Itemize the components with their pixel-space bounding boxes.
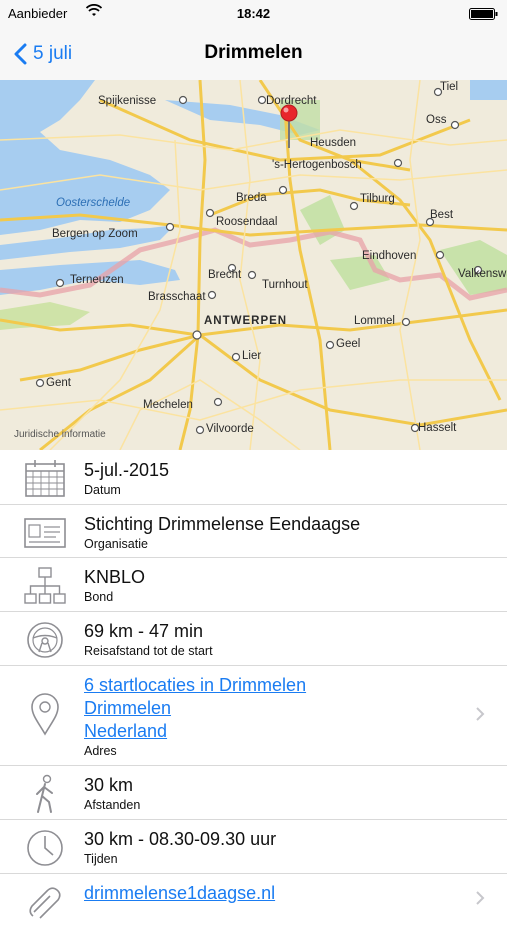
organisation-label: Organisatie [84, 537, 148, 551]
calendar-icon [24, 459, 66, 499]
location-pin-icon [24, 692, 66, 736]
travel-distance-label: Reisafstand tot de start [84, 644, 213, 658]
map-legal-link: Juridische informatie [14, 429, 106, 440]
map-label-lier: Lier [242, 350, 261, 362]
federation-value: KNBLO [84, 567, 146, 587]
clock-icon [24, 828, 66, 868]
map-label-antwerpen: ANTWERPEN [204, 315, 287, 327]
list-item-website[interactable]: drimmelense1daagse.nl [0, 874, 507, 928]
chevron-right-icon [475, 890, 485, 911]
map-label-best: Best [430, 209, 454, 221]
list-item-federation: KNBLO Bond [0, 558, 507, 612]
website-link[interactable]: drimmelense1daagse.nl [84, 882, 467, 905]
map-label-eindhoven: Eindhoven [362, 250, 416, 262]
map-label-roosendaal: Roosendaal [216, 216, 277, 228]
clock-time: 18:42 [236, 6, 271, 21]
map-label-heusden: Heusden [310, 137, 356, 149]
map-label-hasselt: Hasselt [418, 422, 457, 434]
map-label-mechelen: Mechelen [143, 399, 193, 411]
start-locations-link[interactable]: 6 startlocaties in Drimmelen [84, 674, 467, 697]
map-label-gent: Gent [46, 377, 72, 389]
map-label-lommel: Lommel [354, 315, 395, 327]
list-item-date: 5-jul.-2015 Datum [0, 451, 507, 505]
travel-distance-value: 69 km - 47 min [84, 621, 204, 641]
map-label-valkenswaard: Valkenswa [458, 268, 507, 280]
list-item-organisation: Stichting Drimmelense Eendaagse Organisa… [0, 505, 507, 558]
map-label-terneuzen: Terneuzen [70, 274, 124, 286]
times-label: Tijden [84, 852, 118, 866]
address-label: Adres [84, 744, 117, 758]
map-label-bergen-op-zoom: Bergen op Zoom [52, 228, 138, 240]
page-title: Drimmelen [204, 42, 303, 63]
list-item-address[interactable]: 6 startlocaties in Drimmelen Drimmelen N… [0, 666, 507, 766]
link-icon [24, 882, 66, 922]
federation-label: Bond [84, 590, 114, 604]
map-label-brecht: Brecht [208, 269, 242, 281]
list-item-distances: 30 km Afstanden [0, 766, 507, 820]
status-bar: Aanbieder 18:42 [0, 0, 507, 28]
map-label-oosterschelde: Oosterschelde [56, 197, 130, 209]
map-label-oss: Oss [426, 114, 447, 126]
org-chart-icon [24, 566, 66, 606]
chevron-right-icon [475, 706, 485, 727]
map-label-tiel: Tiel [440, 81, 458, 93]
list-item-travel-distance: 69 km - 47 min Reisafstand tot de start [0, 612, 507, 666]
distances-label: Afstanden [84, 798, 141, 812]
list-item-times: 30 km - 08.30-09.30 uur Tijden [0, 820, 507, 874]
map-label-breda: Breda [236, 192, 267, 204]
steering-wheel-icon [24, 620, 66, 660]
organisation-value: Stichting Drimmelense Eendaagse [84, 514, 361, 534]
map-label-spijkenisse: Spijkenisse [98, 95, 156, 107]
id-card-icon [24, 513, 66, 553]
map-label-s-hertogenbosch: 's-Hertogenbosch [272, 159, 362, 171]
address-city-link[interactable]: Drimmelen [84, 697, 467, 720]
map-view[interactable]: Spijkenisse Dordrecht Tiel Oss Heusden '… [0, 80, 507, 450]
battery-icon [469, 8, 499, 23]
navigation-bar: 5 juli Drimmelen [0, 28, 507, 81]
map-label-tilburg: Tilburg [360, 193, 395, 205]
walking-person-icon [24, 774, 66, 814]
date-value: 5-jul.-2015 [84, 460, 170, 480]
map-label-brasschaat: Brasschaat [148, 291, 206, 303]
date-label: Datum [84, 483, 121, 497]
address-country-link[interactable]: Nederland [84, 720, 467, 743]
map-label-geel: Geel [336, 338, 360, 350]
details-list: 5-jul.-2015 Datum Stichting Drimmelense … [0, 451, 507, 928]
times-value: 30 km - 08.30-09.30 uur [84, 829, 277, 849]
distances-value: 30 km [84, 775, 134, 795]
map-label-turnhout: Turnhout [262, 279, 308, 291]
map-label-vilvoorde: Vilvoorde [206, 423, 254, 435]
